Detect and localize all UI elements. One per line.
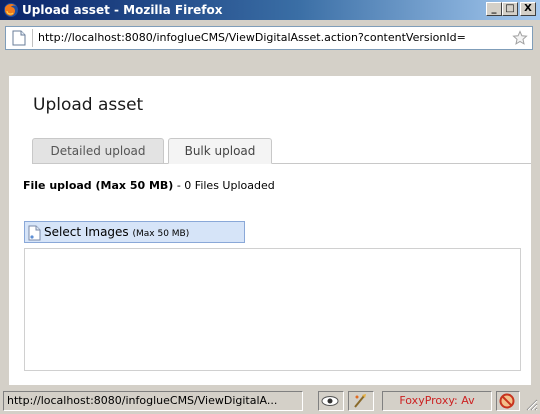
upload-status: File upload (Max 50 MB) - 0 Files Upload… — [23, 179, 275, 192]
eye-icon — [321, 396, 339, 406]
window-title: Upload asset - Mozilla Firefox — [22, 3, 223, 17]
select-images-text: Select Images — [44, 225, 129, 239]
tab-bulk-upload[interactable]: Bulk upload — [168, 138, 272, 164]
upload-count: 0 Files Uploaded — [184, 179, 275, 192]
file-list-area[interactable] — [24, 248, 521, 371]
maximize-button[interactable]: □ — [502, 2, 518, 16]
page-title: Upload asset — [33, 95, 144, 115]
window-titlebar[interactable]: Upload asset - Mozilla Firefox _ □ X — [0, 0, 540, 20]
upload-status-separator: - — [173, 179, 185, 192]
document-icon — [28, 225, 41, 241]
minimize-button[interactable]: _ — [486, 2, 502, 16]
firefox-icon — [4, 3, 18, 17]
page-icon — [12, 30, 26, 46]
select-images-button[interactable]: Select Images (Max 50 MB) — [24, 221, 245, 243]
upload-status-label: File upload (Max 50 MB) — [23, 179, 174, 192]
status-url: http://localhost:8080/infoglueCMS/ViewDi… — [3, 391, 303, 411]
url-text[interactable]: http://localhost:8080/infoglueCMS/ViewDi… — [38, 30, 506, 46]
status-block-cell[interactable] — [496, 391, 520, 411]
select-images-max: (Max 50 MB) — [132, 229, 190, 239]
addon-icon — [354, 394, 366, 408]
star-icon[interactable] — [512, 30, 528, 46]
status-eye-cell[interactable] — [318, 391, 344, 411]
close-button[interactable]: X — [520, 2, 536, 16]
status-addon-cell[interactable] — [348, 391, 374, 411]
status-bar: http://localhost:8080/infoglueCMS/ViewDi… — [0, 387, 540, 414]
page-content: Upload asset Detailed upload Bulk upload… — [9, 76, 531, 385]
url-bar[interactable]: http://localhost:8080/infoglueCMS/ViewDi… — [5, 26, 533, 50]
upload-tabs: Detailed upload Bulk upload — [32, 138, 531, 164]
block-icon — [499, 393, 515, 409]
select-images-label: Select Images (Max 50 MB) — [44, 224, 189, 242]
resize-grip-icon[interactable] — [524, 397, 538, 411]
foxyproxy-status[interactable]: FoxyProxy: Av — [382, 391, 492, 411]
tab-detailed-upload[interactable]: Detailed upload — [32, 138, 164, 164]
url-separator — [32, 29, 33, 47]
